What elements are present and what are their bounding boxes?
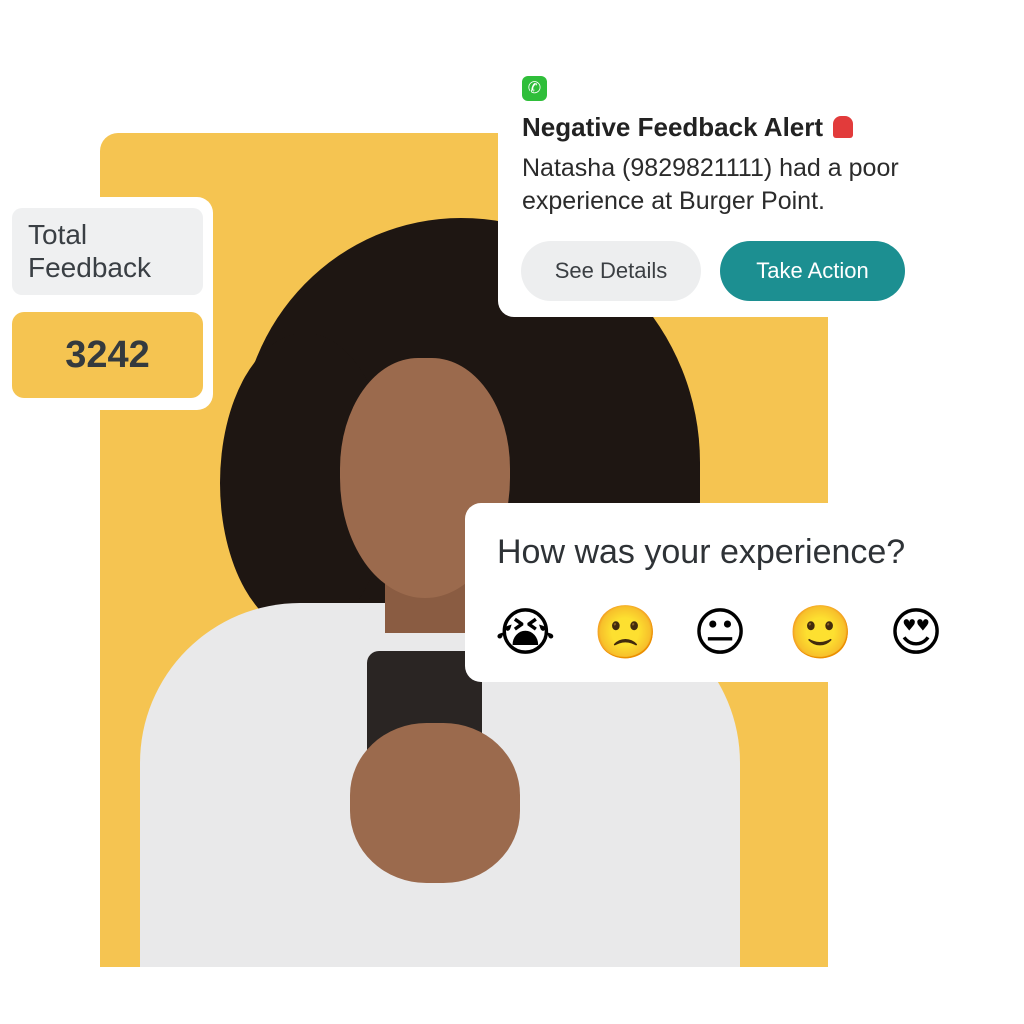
alert-message: Natasha (9829821111) had a poor experien… (522, 154, 899, 215)
siren-icon (833, 116, 854, 138)
alert-title-text: Negative Feedback Alert (522, 112, 824, 142)
heart-eyes-face-icon[interactable]: 😍 (886, 603, 946, 663)
total-feedback-label: Total Feedback (12, 208, 203, 295)
whatsapp-icon: ✆ (522, 76, 547, 101)
neutral-face-icon[interactable]: 😐 (690, 603, 750, 663)
see-details-button[interactable]: See Details (521, 241, 701, 301)
take-action-button[interactable]: Take Action (720, 241, 905, 301)
survey-question: How was your experience? (497, 533, 906, 571)
photo-hands (350, 723, 520, 883)
frowning-face-icon[interactable]: 🙁 (593, 603, 658, 663)
slightly-smiling-face-icon[interactable]: 🙂 (788, 603, 853, 663)
total-feedback-value: 3242 (12, 312, 203, 398)
crying-face-icon[interactable]: 😭 (495, 603, 556, 663)
total-feedback-card: Total Feedback 3242 (0, 197, 213, 410)
alert-title: Negative Feedback Alert (522, 112, 854, 143)
experience-survey-card: How was your experience? 😭 🙁 😐 🙂 😍 (465, 503, 1024, 682)
negative-feedback-alert-card: ✆ Negative Feedback Alert Natasha (98298… (498, 66, 1024, 317)
